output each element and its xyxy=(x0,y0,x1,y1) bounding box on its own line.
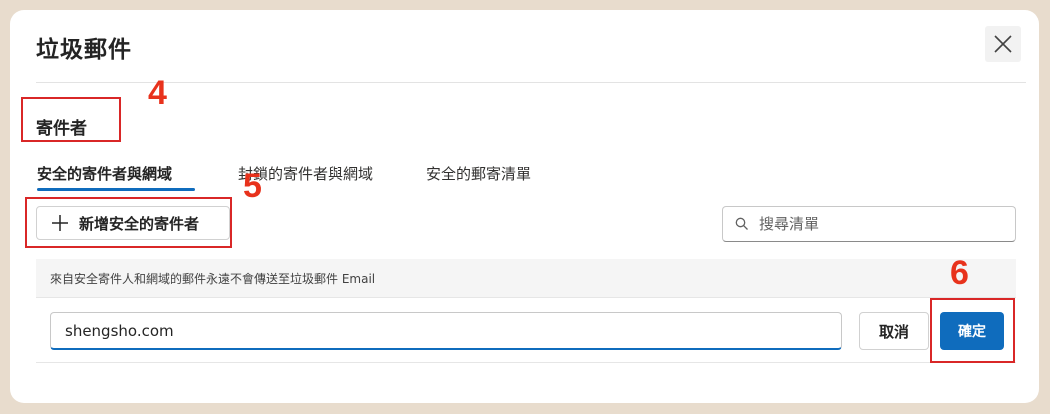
title-divider xyxy=(36,82,1026,83)
search-input[interactable] xyxy=(757,214,1001,234)
tab-label: 安全的寄件者與網域 xyxy=(37,165,173,183)
highlight-box-confirm xyxy=(930,298,1015,363)
highlight-box-add-button xyxy=(25,197,232,248)
highlight-box-sender-heading xyxy=(21,97,121,142)
tab-safe-mailing-lists[interactable]: 安全的郵寄清單 xyxy=(426,163,531,184)
sender-entry-input[interactable] xyxy=(63,313,837,349)
close-icon xyxy=(992,33,1014,55)
info-banner: 來自安全寄件人和網域的郵件永遠不會傳送至垃圾郵件 Email xyxy=(36,259,1016,298)
close-button[interactable] xyxy=(985,26,1021,62)
dialog-title: 垃圾郵件 xyxy=(36,37,132,63)
step-number-4: 4 xyxy=(148,74,167,112)
cancel-button[interactable]: 取消 xyxy=(859,312,929,350)
step-number-6: 6 xyxy=(950,254,969,292)
tab-safe-senders[interactable]: 安全的寄件者與網域 xyxy=(37,163,195,191)
info-text: 來自安全寄件人和網域的郵件永遠不會傳送至垃圾郵件 Email xyxy=(50,272,376,286)
entry-divider xyxy=(36,362,1016,363)
junk-email-dialog: 垃圾郵件 寄件者 安全的寄件者與網域 封鎖的寄件者與網域 安全的郵寄清單 新增安… xyxy=(10,10,1039,403)
step-number-5: 5 xyxy=(243,167,262,205)
sender-entry-field[interactable] xyxy=(50,312,842,350)
search-list-box[interactable] xyxy=(722,206,1016,242)
tab-label: 安全的郵寄清單 xyxy=(426,165,532,183)
search-icon xyxy=(735,217,749,231)
tab-active-indicator xyxy=(37,188,195,191)
